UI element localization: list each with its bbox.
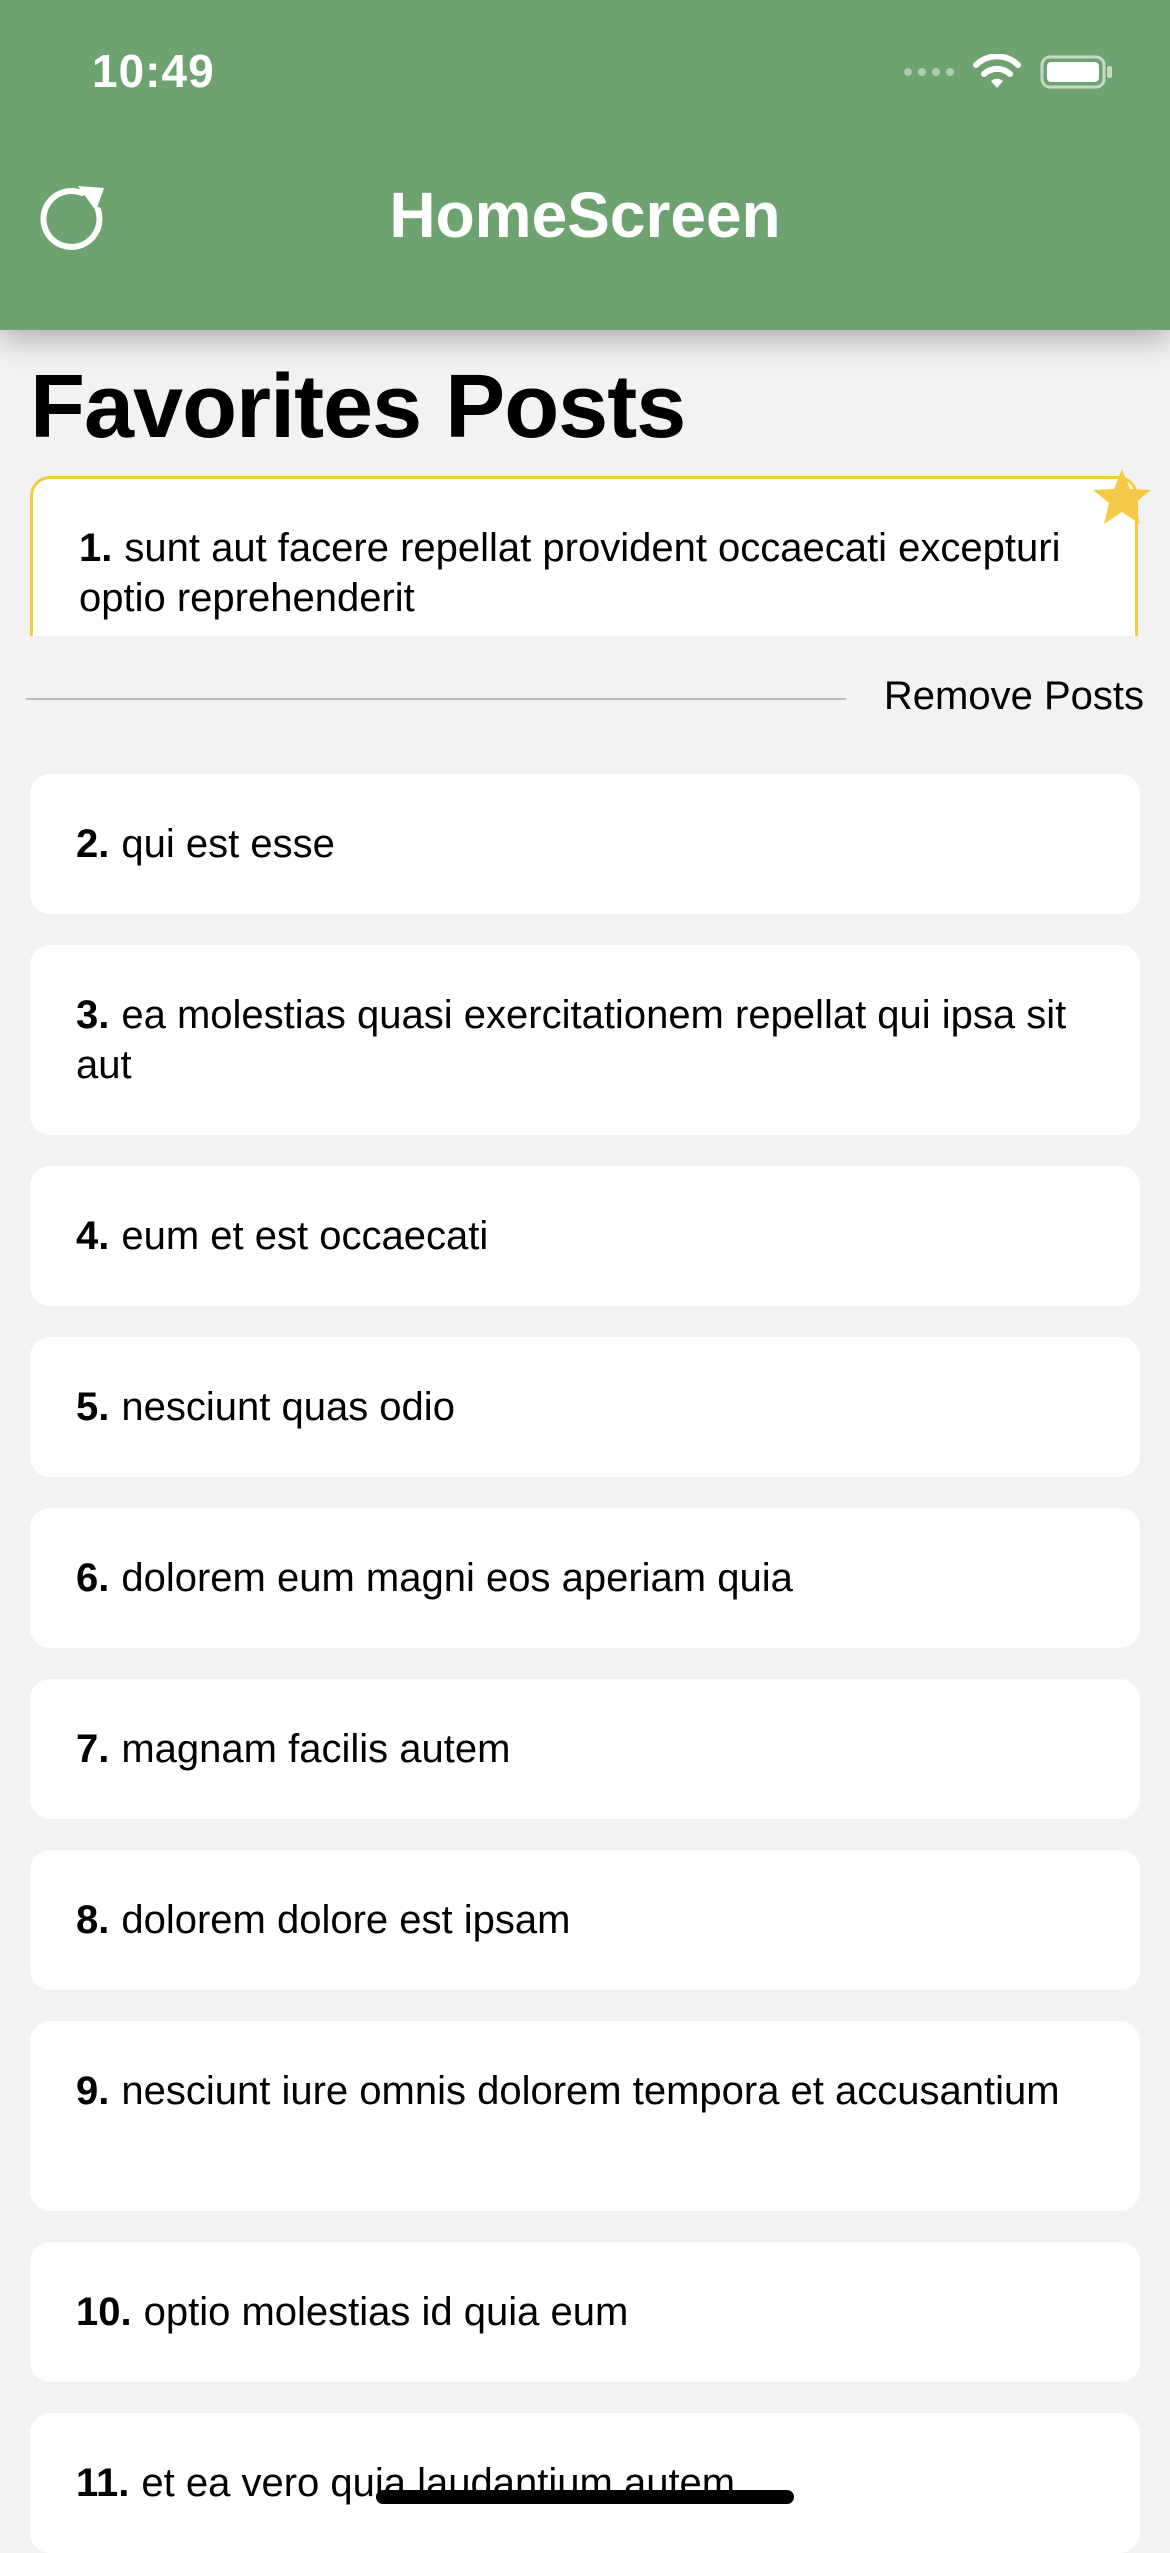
post-text: 3. ea molestias quasi exercitationem repe… bbox=[76, 990, 1080, 1090]
post-text: 9. nesciunt iure omnis dolorem tempora et… bbox=[76, 2066, 1080, 2116]
post-title: eum et est occaecati bbox=[121, 1214, 489, 1258]
post-text: 7. magnam facilis autem bbox=[76, 1724, 1080, 1774]
post-text: 5. nesciunt quas odio bbox=[76, 1382, 1080, 1432]
post-text: 8. dolorem dolore est ipsam bbox=[76, 1895, 1080, 1945]
post-title: qui est esse bbox=[121, 822, 335, 866]
post-card[interactable]: 3. ea molestias quasi exercitationem repe… bbox=[30, 945, 1140, 1135]
post-card[interactable]: 2. qui est esse bbox=[30, 774, 1140, 914]
post-card[interactable]: 11. et ea vero quia laudantium autem bbox=[30, 2413, 1140, 2553]
post-card[interactable]: 6. dolorem eum magni eos aperiam quia bbox=[30, 1508, 1140, 1648]
post-number: 10. bbox=[76, 2290, 132, 2334]
post-text: 4. eum et est occaecati bbox=[76, 1211, 1080, 1261]
post-title: dolorem dolore est ipsam bbox=[121, 1898, 571, 1942]
post-number: 1. bbox=[79, 526, 113, 570]
post-card[interactable]: 10. optio molestias id quia eum bbox=[30, 2242, 1140, 2382]
app-header: 10:49 HomeScreen bbox=[0, 0, 1170, 330]
post-card[interactable]: 5. nesciunt quas odio bbox=[30, 1337, 1140, 1477]
home-indicator bbox=[376, 2490, 794, 2504]
status-icons bbox=[904, 54, 1114, 90]
post-text: 10. optio molestias id quia eum bbox=[76, 2287, 1080, 2337]
remove-posts-row: Remove Posts bbox=[26, 668, 1144, 728]
star-icon[interactable] bbox=[1090, 466, 1154, 530]
status-time: 10:49 bbox=[92, 45, 215, 97]
post-card[interactable]: 7. magnam facilis autem bbox=[30, 1679, 1140, 1819]
post-title: sunt aut facere repellat provident occae… bbox=[79, 526, 1061, 620]
post-card[interactable]: 9. nesciunt iure omnis dolorem tempora et… bbox=[30, 2021, 1140, 2211]
post-title: optio molestias id quia eum bbox=[143, 2290, 629, 2334]
post-number: 9. bbox=[76, 2069, 110, 2113]
post-title: nesciunt quas odio bbox=[121, 1385, 455, 1429]
favorite-post-card[interactable]: 1. sunt aut facere repellat provident occ… bbox=[30, 476, 1138, 636]
post-number: 8. bbox=[76, 1898, 110, 1942]
post-card[interactable]: 4. eum et est occaecati bbox=[30, 1166, 1140, 1306]
post-number: 3. bbox=[76, 993, 110, 1037]
post-number: 11. bbox=[76, 2461, 130, 2505]
post-text: 2. qui est esse bbox=[76, 819, 1080, 869]
post-number: 2. bbox=[76, 822, 110, 866]
remove-posts-button[interactable]: Remove Posts bbox=[884, 674, 1144, 719]
post-title: nesciunt iure omnis dolorem tempora et a… bbox=[121, 2069, 1060, 2113]
favorite-post-text: 1. sunt aut facere repellat provident occ… bbox=[79, 523, 1075, 623]
post-number: 5. bbox=[76, 1385, 110, 1429]
cellular-signal-icon bbox=[904, 68, 954, 76]
page-title: HomeScreen bbox=[389, 179, 781, 251]
post-text: 6. dolorem eum magni eos aperiam quia bbox=[76, 1553, 1080, 1603]
battery-icon bbox=[1040, 54, 1114, 90]
favorites-heading: Favorites Posts bbox=[30, 357, 686, 457]
post-number: 4. bbox=[76, 1214, 110, 1258]
post-card[interactable]: 8. dolorem dolore est ipsam bbox=[30, 1850, 1140, 1990]
post-title: ea molestias quasi exercitationem repell… bbox=[76, 993, 1067, 1087]
wifi-icon bbox=[972, 54, 1022, 90]
divider bbox=[26, 698, 846, 700]
post-title: dolorem eum magni eos aperiam quia bbox=[121, 1556, 793, 1600]
post-number: 6. bbox=[76, 1556, 110, 1600]
post-number: 7. bbox=[76, 1727, 110, 1771]
post-title: magnam facilis autem bbox=[121, 1727, 511, 1771]
